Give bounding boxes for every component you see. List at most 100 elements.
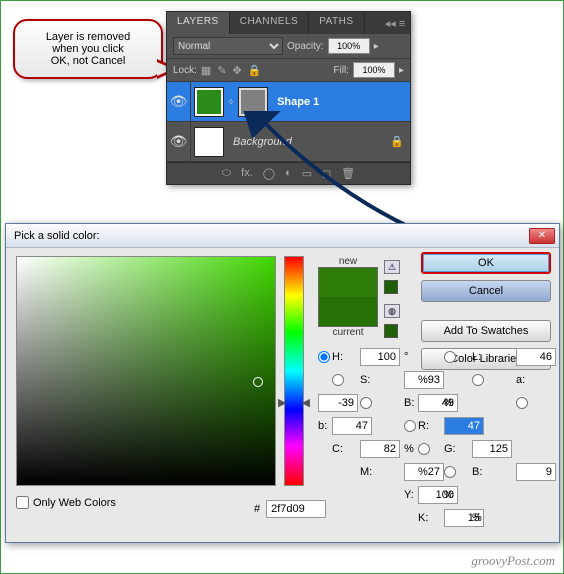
s-radio[interactable] [332, 374, 344, 386]
group-icon[interactable]: ▭ [302, 167, 312, 180]
swatch-new[interactable] [319, 268, 377, 297]
c-input[interactable] [360, 440, 400, 458]
layer-row-shape1[interactable]: 👁 ⬨ Shape 1 [167, 82, 410, 122]
c-label: C: [332, 443, 360, 455]
color-field-cursor [253, 377, 263, 387]
tab-channels[interactable]: CHANNELS [230, 12, 309, 34]
callout-line: when you click [23, 43, 153, 55]
fill-arrow-icon[interactable]: ▸ [399, 65, 404, 76]
hex-row: # [254, 500, 326, 518]
bb-input[interactable] [516, 463, 556, 481]
swatch-current[interactable] [319, 297, 377, 326]
cancel-button[interactable]: Cancel [421, 280, 551, 302]
web-colors-row: Only Web Colors [16, 496, 116, 509]
m-label: M: [360, 466, 404, 478]
trash-icon[interactable]: 🗑 [341, 167, 355, 180]
visibility-icon[interactable]: 👁 [167, 122, 191, 161]
layer-thumb-color[interactable] [194, 87, 224, 117]
websafe-swatch[interactable] [384, 324, 398, 338]
dialog-title: Pick a solid color: [10, 230, 529, 242]
mask-icon[interactable]: ◯ [263, 167, 275, 180]
a-input[interactable] [318, 394, 358, 412]
b-label: b: [318, 420, 332, 432]
h-radio[interactable] [318, 351, 330, 363]
opacity-input[interactable] [328, 38, 370, 54]
color-field[interactable] [16, 256, 276, 486]
websafe-warning-icon[interactable]: ◍ [384, 304, 400, 318]
gamut-swatch[interactable] [384, 280, 398, 294]
layer-row-background[interactable]: 👁 Background 🔒 [167, 122, 410, 162]
panel-tabs: LAYERS CHANNELS PATHS ◂◂ ≡ [167, 12, 410, 34]
ok-button[interactable]: OK [421, 252, 551, 274]
link-layers-icon[interactable]: ⬭ [222, 167, 231, 180]
b-input[interactable] [332, 417, 372, 435]
opacity-label: Opacity: [287, 41, 324, 52]
titlebar[interactable]: Pick a solid color: ✕ [6, 224, 559, 248]
r-input[interactable] [444, 417, 484, 435]
swatch-warning-icons: ⚠ ◍ [384, 260, 400, 338]
color-fields: H:° L: S:% a: B:% b: R: C:% G: M:% B: Y:… [318, 348, 530, 527]
h-input[interactable] [360, 348, 400, 366]
r-label: R: [418, 420, 444, 432]
lock-position-icon[interactable]: ✥ [233, 64, 242, 77]
watermark: groovyPost.com [471, 553, 555, 569]
bv-unit: % [444, 397, 472, 409]
r-radio[interactable] [404, 420, 416, 432]
c-unit: % [404, 443, 418, 455]
hex-input[interactable] [266, 500, 326, 518]
close-button[interactable]: ✕ [529, 228, 555, 244]
gamut-warning-icon[interactable]: ⚠ [384, 260, 400, 274]
new-label: new [318, 256, 378, 267]
swatch-block: new current [318, 256, 378, 338]
color-picker-dialog: Pick a solid color: ✕ ▶◀ new current ⚠ ◍… [5, 223, 560, 543]
lock-icons: ▦ ✎ ✥ 🔒 [201, 64, 262, 77]
window-buttons: ✕ [529, 228, 555, 244]
layer-name[interactable]: Shape 1 [271, 96, 319, 108]
s-label: S: [360, 374, 404, 386]
tab-layers[interactable]: LAYERS [167, 12, 230, 34]
fx-icon[interactable]: fx. [241, 167, 253, 180]
b-radio[interactable] [516, 397, 528, 409]
panel-menu-icon[interactable]: ◂◂ ≡ [380, 12, 410, 34]
bv-radio[interactable] [360, 397, 372, 409]
layers-panel: LAYERS CHANNELS PATHS ◂◂ ≡ Normal Opacit… [166, 11, 411, 185]
h-unit: ° [404, 351, 418, 363]
new-layer-icon[interactable]: ◻ [322, 167, 331, 180]
lock-label: Lock: [173, 65, 197, 76]
a-label: a: [516, 374, 530, 386]
bv-label: B: [404, 397, 418, 409]
h-label: H: [332, 351, 360, 363]
fill-label: Fill: [333, 65, 349, 76]
web-colors-checkbox[interactable] [16, 496, 29, 509]
current-label: current [318, 327, 378, 338]
visibility-icon[interactable]: 👁 [167, 82, 191, 121]
a-radio[interactable] [472, 374, 484, 386]
bb-label: B: [472, 466, 516, 478]
g-radio[interactable] [418, 443, 430, 455]
m-unit: % [418, 466, 444, 478]
web-colors-label: Only Web Colors [33, 497, 116, 509]
lock-pixels-icon[interactable]: ✎ [217, 64, 226, 77]
g-input[interactable] [472, 440, 512, 458]
hue-strip[interactable] [284, 256, 304, 486]
add-swatches-button[interactable]: Add To Swatches [421, 320, 551, 342]
adjustment-icon[interactable]: ◐ [285, 167, 292, 180]
callout-bubble: Layer is removed when you click OK, not … [13, 19, 163, 79]
lock-all-icon[interactable]: 🔒 [248, 64, 262, 77]
l-radio[interactable] [444, 351, 456, 363]
hue-slider-arrows[interactable]: ▶◀ [278, 396, 310, 409]
fill-input[interactable] [353, 62, 395, 78]
y-label: Y: [404, 489, 418, 501]
l-input[interactable] [516, 348, 556, 366]
layer-thumb-bg[interactable] [194, 127, 224, 157]
tab-paths[interactable]: PATHS [309, 12, 364, 34]
hex-label: # [254, 503, 260, 515]
layer-thumb-mask[interactable] [238, 87, 268, 117]
k-label: K: [418, 512, 444, 524]
blend-mode-select[interactable]: Normal [173, 37, 283, 55]
panel-footer: ⬭ fx. ◯ ◐ ▭ ◻ 🗑 [167, 162, 410, 184]
lock-transparency-icon[interactable]: ▦ [201, 64, 211, 77]
opacity-arrow-icon[interactable]: ▸ [374, 41, 379, 52]
layer-name[interactable]: Background [227, 136, 292, 148]
bb-radio[interactable] [444, 466, 456, 478]
